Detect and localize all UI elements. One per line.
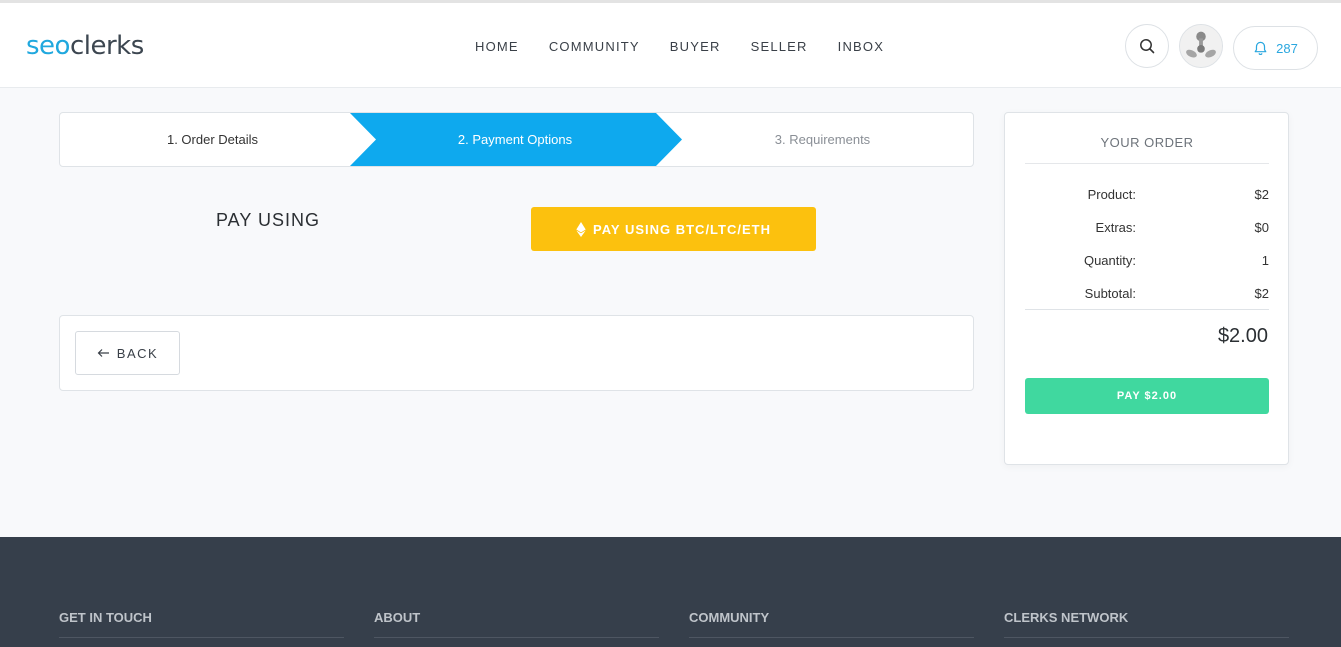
order-row-value: $2 xyxy=(1254,187,1269,202)
order-total: $2.00 xyxy=(1217,325,1268,347)
logo-seo: seo xyxy=(26,31,70,61)
main-nav: HOME COMMUNITY BUYER SELLER INBOX xyxy=(460,39,899,54)
checkout-steps: 1. Order Details 2. Payment Options 3. R… xyxy=(59,112,974,167)
order-row-quantity: Quantity: 1 xyxy=(1025,253,1269,273)
nav-home[interactable]: HOME xyxy=(475,39,519,54)
step-payment-options[interactable]: 2. Payment Options xyxy=(350,113,680,166)
arrow-left-icon xyxy=(97,349,109,357)
back-label: BACK xyxy=(116,345,159,361)
footer-heading-clerks-network: CLERKS NETWORK xyxy=(1004,610,1289,638)
order-row-value: 1 xyxy=(1261,253,1269,268)
pay-total-button[interactable]: PAY $2.00 xyxy=(1025,378,1269,414)
order-summary: YOUR ORDER Product: $2 Extras: $0 Quanti… xyxy=(1004,112,1289,465)
avatar-image xyxy=(1180,25,1222,67)
order-title: YOUR ORDER xyxy=(1025,135,1269,164)
notifications-button[interactable]: 287 xyxy=(1233,26,1318,70)
pay-crypto-label: PAY USING BTC/LTC/ETH xyxy=(593,221,771,237)
site-footer: GET IN TOUCH ABOUT COMMUNITY CLERKS NETW… xyxy=(0,537,1341,647)
order-row-value: $0 xyxy=(1254,220,1269,235)
order-row-label: Product: xyxy=(1087,187,1136,202)
bell-icon xyxy=(1254,41,1267,55)
order-row-label: Quantity: xyxy=(1083,253,1136,268)
logo-clerks: clerks xyxy=(69,31,144,61)
footer-heading-about: ABOUT xyxy=(374,610,659,638)
order-row-value: $2 xyxy=(1254,286,1269,301)
search-button[interactable] xyxy=(1125,24,1169,68)
order-divider xyxy=(1025,309,1269,310)
back-button[interactable]: BACK xyxy=(75,331,180,375)
order-row-extras: Extras: $0 xyxy=(1025,220,1269,240)
order-row-subtotal: Subtotal: $2 xyxy=(1025,286,1269,306)
pay-using-label: PAY USING xyxy=(216,210,321,230)
step-order-details[interactable]: 1. Order Details xyxy=(60,113,365,166)
nav-inbox[interactable]: INBOX xyxy=(838,39,884,54)
order-row-label: Extras: xyxy=(1095,220,1136,235)
footer-heading-community: COMMUNITY xyxy=(689,610,974,638)
seoclerks-logo[interactable]: seoclerks xyxy=(26,31,144,61)
footer-heading-get-in-touch: GET IN TOUCH xyxy=(59,610,344,638)
nav-buyer[interactable]: BUYER xyxy=(670,39,721,54)
order-row-product: Product: $2 xyxy=(1025,187,1269,207)
step-requirements[interactable]: 3. Requirements xyxy=(670,113,973,166)
search-icon xyxy=(1140,39,1155,54)
nav-seller[interactable]: SELLER xyxy=(751,39,808,54)
site-header: seoclerks HOME COMMUNITY BUYER SELLER IN… xyxy=(0,0,1341,88)
order-row-label: Subtotal: xyxy=(1084,286,1136,301)
nav-community[interactable]: COMMUNITY xyxy=(549,39,640,54)
user-avatar[interactable] xyxy=(1179,24,1223,68)
ethereum-icon xyxy=(576,221,586,237)
back-card: BACK xyxy=(59,315,974,391)
notification-count: 287 xyxy=(1276,40,1298,56)
pay-crypto-button[interactable]: PAY USING BTC/LTC/ETH xyxy=(531,207,816,251)
